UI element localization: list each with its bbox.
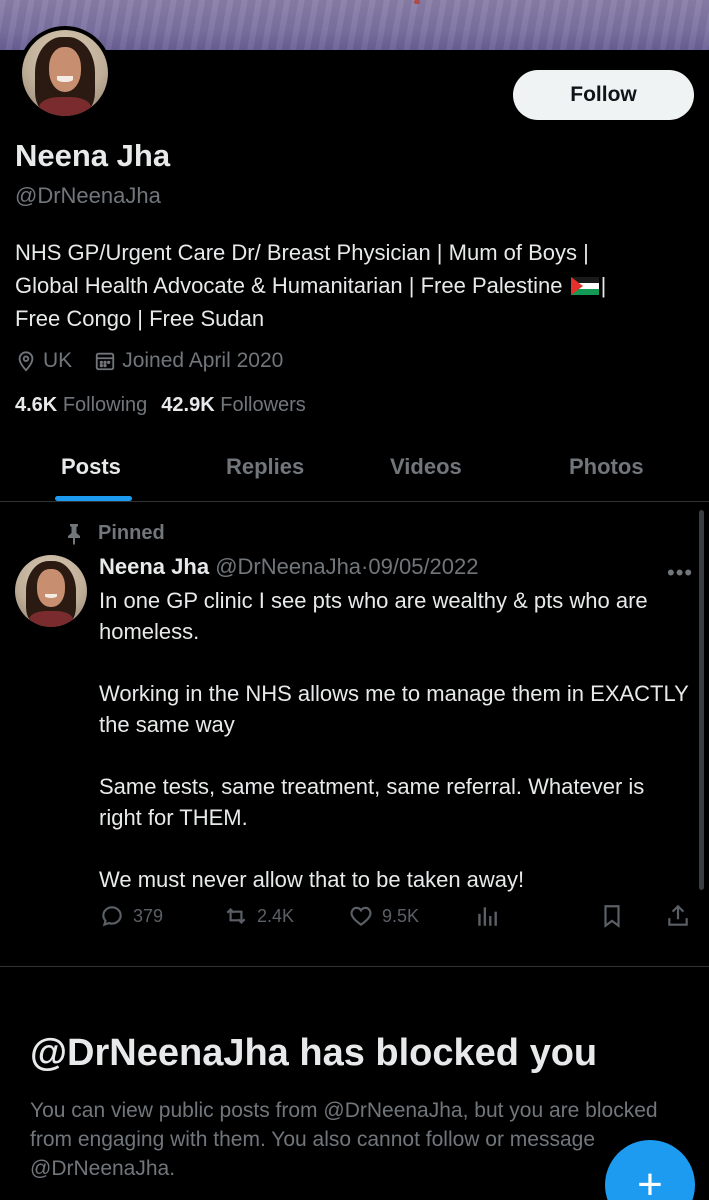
like-button[interactable]: 9.5K bbox=[348, 903, 419, 929]
repost-icon bbox=[226, 907, 246, 925]
banner-texture bbox=[0, 0, 709, 50]
post-paragraph: Working in the NHS allows me to manage t… bbox=[99, 681, 689, 737]
followers-link[interactable]: 42.9K Followers bbox=[161, 394, 306, 416]
pin-icon bbox=[68, 523, 80, 545]
post-actions: 379 2.4K 9.5K bbox=[99, 903, 695, 939]
like-icon bbox=[350, 906, 372, 926]
profile-meta: UK Joined April 2020 bbox=[15, 347, 305, 375]
views-button[interactable] bbox=[475, 903, 509, 929]
follow-button[interactable]: Follow bbox=[513, 70, 694, 120]
palestine-flag-icon bbox=[570, 277, 599, 295]
pinned-indicator: Pinned bbox=[64, 522, 165, 545]
tab-videos[interactable]: Videos bbox=[390, 454, 462, 480]
tab-photos[interactable]: Photos bbox=[569, 454, 644, 480]
scrollbar[interactable] bbox=[699, 510, 704, 890]
bio-line: NHS GP/Urgent Care Dr/ Breast Physician … bbox=[15, 240, 589, 265]
profile-location: UK bbox=[15, 349, 72, 373]
more-options-icon[interactable]: ••• bbox=[667, 560, 693, 586]
bio-line: Global Health Advocate & Humanitarian | … bbox=[15, 273, 607, 298]
banner-detail bbox=[414, 0, 420, 4]
profile-handle: @DrNeenaJha bbox=[15, 183, 161, 208]
bookmark-button[interactable] bbox=[599, 903, 633, 929]
profile-joined: Joined April 2020 bbox=[94, 349, 283, 373]
post-text: In one GP clinic I see pts who are wealt… bbox=[99, 585, 689, 895]
section-divider bbox=[0, 966, 709, 967]
profile-name: Neena Jha bbox=[15, 138, 171, 173]
share-icon bbox=[668, 904, 688, 926]
profile-tabs: Posts Replies Videos Photos bbox=[0, 440, 709, 502]
calendar-icon bbox=[96, 352, 115, 371]
repost-button[interactable]: 2.4K bbox=[223, 903, 294, 929]
post-date[interactable]: 09/05/2022 bbox=[368, 554, 478, 579]
post-header: Neena Jha @DrNeenaJha·09/05/2022 bbox=[99, 554, 478, 580]
post-paragraph: In one GP clinic I see pts who are wealt… bbox=[99, 588, 648, 644]
views-icon bbox=[478, 907, 497, 926]
post-author-avatar[interactable] bbox=[15, 555, 87, 627]
profile-avatar[interactable] bbox=[18, 26, 112, 120]
post-author-name[interactable]: Neena Jha bbox=[99, 554, 209, 579]
bookmark-icon bbox=[604, 905, 620, 928]
following-link[interactable]: 4.6K Following bbox=[15, 394, 147, 416]
bio-line: Free Congo | Free Sudan bbox=[15, 306, 265, 331]
profile-counts: 4.6K Following 42.9K Followers bbox=[15, 394, 306, 417]
tab-replies[interactable]: Replies bbox=[226, 454, 304, 480]
avatar-photo bbox=[15, 555, 87, 627]
profile-banner[interactable] bbox=[0, 0, 709, 50]
post-paragraph: Same tests, same treatment, same referra… bbox=[99, 774, 645, 830]
reply-icon bbox=[102, 906, 122, 927]
post-paragraph: We must never allow that to be taken awa… bbox=[99, 867, 525, 892]
active-tab-indicator bbox=[55, 496, 132, 501]
blocked-title: @DrNeenaJha has blocked you bbox=[30, 1032, 598, 1074]
post-author-handle[interactable]: @DrNeenaJha bbox=[215, 554, 361, 579]
profile-bio: NHS GP/Urgent Care Dr/ Breast Physician … bbox=[15, 236, 695, 335]
share-button[interactable] bbox=[665, 903, 699, 929]
location-icon bbox=[18, 351, 34, 372]
tab-posts[interactable]: Posts bbox=[61, 454, 121, 480]
blocked-message: You can view public posts from @DrNeenaJ… bbox=[30, 1099, 658, 1180]
reply-button[interactable]: 379 bbox=[99, 903, 163, 929]
avatar-photo bbox=[22, 30, 108, 116]
